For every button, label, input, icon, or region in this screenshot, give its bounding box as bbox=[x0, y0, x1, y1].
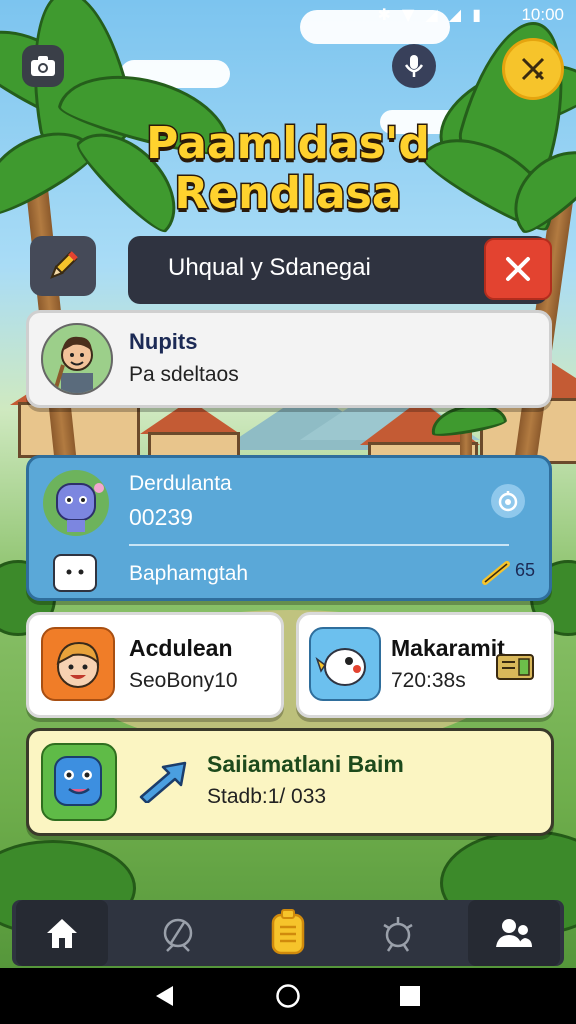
back-triangle-icon bbox=[156, 986, 173, 1006]
close-icon bbox=[506, 257, 530, 281]
blue-card-name: Derdulanta bbox=[129, 472, 232, 495]
blue-card-end-badge: 65 bbox=[515, 560, 536, 580]
blue-card-action-button[interactable] bbox=[491, 484, 525, 518]
blue-card-divider bbox=[129, 544, 509, 546]
quest-card-title: Saiiamatlani Baim bbox=[207, 751, 404, 777]
nav-explore[interactable] bbox=[132, 900, 224, 966]
nav-settings[interactable] bbox=[352, 900, 444, 966]
right-card-title: Makaramit bbox=[391, 635, 505, 661]
smiling-girl-icon bbox=[56, 641, 100, 688]
left-feature-card[interactable]: Acdulean SeoBony10 bbox=[26, 612, 284, 718]
camera-button[interactable] bbox=[22, 45, 64, 87]
compass-icon bbox=[163, 918, 193, 952]
system-back-button[interactable] bbox=[134, 968, 194, 1024]
blue-card-avatar bbox=[43, 470, 109, 536]
robot-avatar-icon bbox=[56, 483, 104, 532]
left-card-title: Acdulean bbox=[129, 635, 233, 661]
microphone-button[interactable] bbox=[392, 44, 436, 88]
nav-friends[interactable] bbox=[468, 900, 560, 966]
profile-subtitle: Pa sdeltaos bbox=[129, 363, 239, 386]
close-button[interactable] bbox=[484, 238, 552, 300]
scroll-icon bbox=[271, 909, 305, 955]
blue-stat-card[interactable]: Derdulanta 00239 Baphamgtah 65 bbox=[26, 455, 552, 601]
right-card-avatar bbox=[309, 627, 381, 701]
game-title-line2: Rendlasa bbox=[173, 167, 403, 221]
brush-icon bbox=[482, 561, 510, 585]
status-icons: ✱ ▼ ◢ ◢ ▮ bbox=[377, 5, 484, 24]
right-feature-card[interactable]: Makaramit 720:38s bbox=[296, 612, 554, 718]
nav-quests[interactable] bbox=[242, 900, 334, 966]
chat-bubble-icon bbox=[53, 554, 97, 592]
right-card-subtitle: 720:38s bbox=[391, 669, 466, 692]
player-avatar-icon bbox=[53, 336, 93, 393]
target-icon bbox=[498, 491, 518, 512]
friends-icon bbox=[496, 919, 532, 947]
left-card-avatar bbox=[41, 627, 115, 701]
nav-home[interactable] bbox=[16, 900, 108, 966]
crossed-swords-icon bbox=[521, 57, 545, 81]
recents-square-icon bbox=[400, 986, 420, 1006]
header-title: Uhqual y Sdanegai bbox=[168, 254, 371, 281]
profile-avatar bbox=[41, 323, 113, 395]
quest-card-avatar bbox=[41, 743, 117, 821]
blue-card-quick-action[interactable]: 65 bbox=[481, 558, 545, 588]
status-time: 10:00 bbox=[521, 5, 564, 24]
gear-icon bbox=[383, 917, 413, 952]
status-bar: ✱ ▼ ◢ ◢ ▮ 10:00 bbox=[0, 0, 576, 30]
quest-card-subtitle: Stadb:1/ 033 bbox=[207, 785, 327, 808]
system-recents-button[interactable] bbox=[380, 968, 440, 1024]
ticket-icon bbox=[495, 651, 535, 683]
left-card-subtitle: SeoBony10 bbox=[129, 669, 238, 692]
system-home-button[interactable] bbox=[258, 968, 318, 1024]
crossed-swords-button[interactable] bbox=[502, 38, 564, 100]
profile-name: Nupits bbox=[129, 329, 198, 354]
pencil-icon bbox=[50, 251, 78, 279]
home-circle-icon bbox=[276, 984, 300, 1008]
blue-card-footer: Baphamgtah bbox=[129, 562, 249, 585]
home-icon bbox=[47, 919, 77, 948]
camera-icon bbox=[31, 56, 55, 76]
game-title-line1: Paamldas'd bbox=[145, 117, 432, 171]
quest-card[interactable]: Saiiamatlani Baim Stadb:1/ 033 bbox=[26, 728, 554, 836]
bird-mascot-icon bbox=[315, 648, 366, 686]
blue-card-value: 00239 bbox=[129, 504, 193, 530]
arrow-icon bbox=[135, 759, 191, 805]
profile-card[interactable]: Nupits Pa sdeltaos bbox=[26, 310, 552, 408]
edit-button[interactable] bbox=[30, 236, 96, 296]
blue-creature-icon bbox=[54, 756, 102, 806]
microphone-icon bbox=[404, 55, 424, 77]
